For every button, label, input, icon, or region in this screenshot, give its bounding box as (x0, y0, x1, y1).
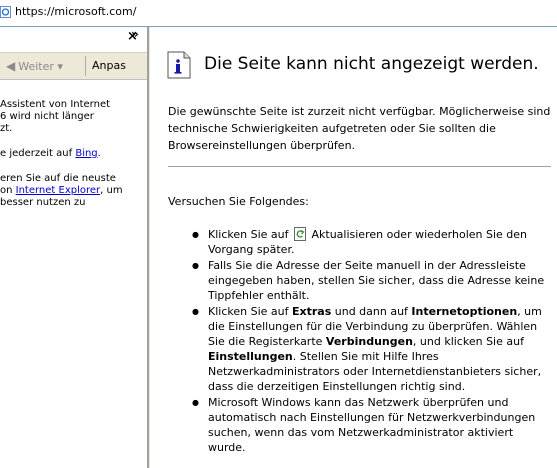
error-page: Die Seite kann nicht angezeigt werden. D… (150, 27, 557, 468)
troubleshooting-list: Klicken Sie auf Aktualisieren oder wiede… (170, 227, 552, 456)
customize-button[interactable]: Anpas (92, 59, 126, 72)
address-url[interactable]: https://microsoft.com/ (15, 5, 136, 18)
try-heading: Versuchen Sie Folgendes: (168, 195, 309, 208)
sidebar-toolbar: ◀ Weiter ▾ Anpas (0, 52, 147, 80)
forward-label: Weiter (18, 60, 54, 73)
toolbar-overflow-chevron-icon[interactable]: » (131, 27, 139, 41)
internet-explorer-link[interactable]: Internet Explorer (16, 185, 101, 196)
address-bar[interactable]: https://microsoft.com/ (0, 0, 557, 27)
sidebar-bing-line: e jederzeit auf Bing. (0, 148, 101, 159)
error-description: Die gewünschte Seite ist zurzeit nicht v… (168, 105, 551, 152)
settings-button-name: Einstellungen (208, 350, 293, 363)
toolbar-separator (85, 56, 86, 76)
sidebar-panel: × ◀ Weiter ▾ Anpas » Assistent von Intern… (0, 27, 149, 468)
refresh-icon (293, 227, 306, 241)
forward-arrow-icon: ◀ (6, 59, 16, 73)
extras-menu-name: Extras (291, 305, 332, 318)
list-item: Microsoft Windows kann das Netzwerk über… (170, 395, 552, 455)
ie-page-icon (0, 6, 11, 18)
divider (168, 166, 551, 167)
sidebar-update-text: eren Sie auf die neuste on Internet Expl… (0, 173, 123, 208)
connections-tab-name: Verbindungen (325, 335, 413, 348)
page-title: Die Seite kann nicht angezeigt werden. (204, 54, 539, 74)
list-item: Klicken Sie auf Extras und dann auf Inte… (170, 304, 552, 394)
list-item: Falls Sie die Adresse der Seite manuell … (170, 258, 552, 303)
internet-options-name: Internetoptionen (411, 305, 518, 318)
bing-link[interactable]: Bing (75, 148, 97, 159)
sidebar-content: Assistent von Internet 6 wird nicht läng… (0, 99, 147, 222)
forward-button[interactable]: ◀ Weiter ▾ (6, 59, 63, 73)
info-icon (167, 51, 191, 79)
sidebar-notice: Assistent von Internet 6 wird nicht läng… (0, 99, 111, 134)
list-item: Klicken Sie auf Aktualisieren oder wiede… (170, 227, 552, 257)
